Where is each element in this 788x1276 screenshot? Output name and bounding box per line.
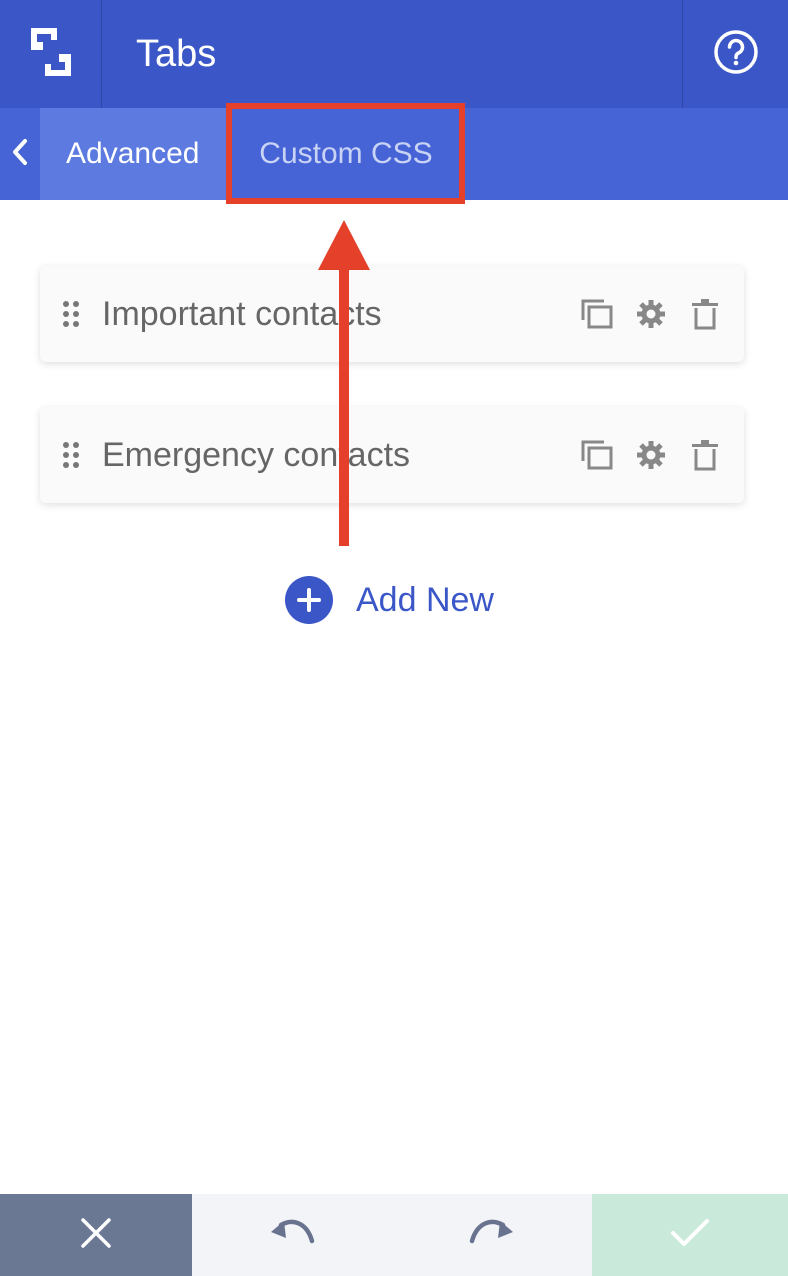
- list-item-label: Important contacts: [102, 294, 382, 333]
- duplicate-icon[interactable]: [580, 297, 614, 331]
- footer-toolbar: [0, 1194, 788, 1276]
- add-new-button[interactable]: Add New: [285, 576, 494, 624]
- gear-icon[interactable]: [634, 438, 668, 472]
- add-new-label: Add New: [356, 580, 494, 619]
- gear-icon[interactable]: [634, 297, 668, 331]
- back-button[interactable]: [0, 108, 40, 200]
- list-item-label: Emergency contacts: [102, 435, 411, 474]
- trash-icon[interactable]: [688, 438, 722, 472]
- sub-navigation: Advanced Custom CSS: [0, 108, 788, 200]
- redo-icon: [469, 1219, 515, 1252]
- tab-advanced[interactable]: Advanced: [40, 108, 226, 200]
- help-button[interactable]: [682, 0, 788, 108]
- plus-circle-icon: [285, 576, 333, 624]
- tab-custom-css[interactable]: Custom CSS: [226, 108, 466, 200]
- close-button[interactable]: [0, 1194, 192, 1276]
- redo-button[interactable]: [392, 1194, 592, 1276]
- undo-icon: [269, 1219, 315, 1252]
- list-item[interactable]: Important contacts: [40, 266, 744, 362]
- chevron-left-icon: [10, 137, 30, 172]
- builder-logo-icon: [29, 26, 73, 83]
- panel-header: Tabs: [0, 0, 788, 108]
- drag-handle-icon[interactable]: [40, 407, 102, 503]
- apply-button[interactable]: [592, 1194, 788, 1276]
- close-icon: [79, 1216, 113, 1255]
- logo[interactable]: [0, 0, 102, 108]
- drag-handle-icon[interactable]: [40, 266, 102, 362]
- duplicate-icon[interactable]: [580, 438, 614, 472]
- page-title: Tabs: [136, 32, 217, 75]
- help-circle-icon: [713, 29, 759, 80]
- trash-icon[interactable]: [688, 297, 722, 331]
- undo-button[interactable]: [192, 1194, 392, 1276]
- check-icon: [670, 1218, 710, 1253]
- list-item[interactable]: Emergency contacts: [40, 407, 744, 503]
